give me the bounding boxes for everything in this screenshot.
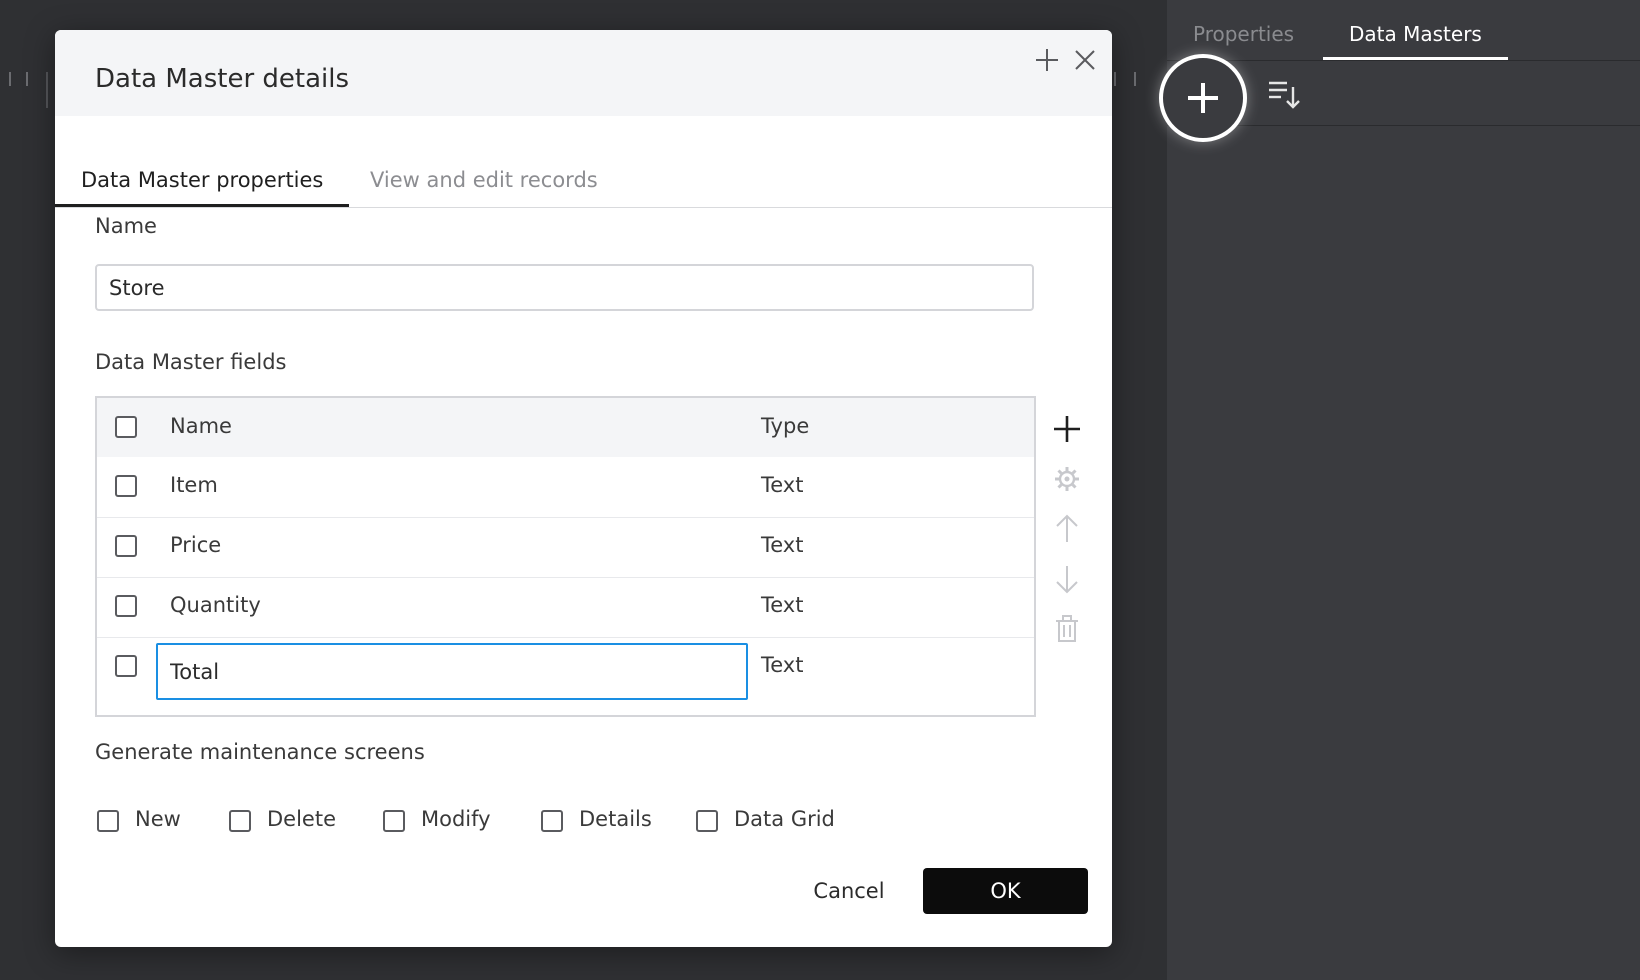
tab-data-master-properties[interactable]: Data Master properties [55,168,350,207]
add-data-master-button[interactable] [1159,54,1247,142]
select-all-checkbox[interactable] [115,416,137,438]
panel-toolbar [1159,54,1640,142]
table-row[interactable]: Item Text [97,457,1034,518]
delete-field-button[interactable] [1050,612,1084,646]
fields-table: Name Type Item Text Price Text Quantity … [95,396,1036,717]
name-label: Name [95,214,157,238]
generate-delete-checkbox[interactable] [229,810,251,832]
move-down-button[interactable] [1050,562,1084,596]
generate-modify-label: Modify [421,807,491,831]
dialog-tabs: Data Master properties View and edit rec… [55,116,1112,208]
column-header-type: Type [761,414,810,438]
sort-descending-icon [1269,81,1300,109]
field-type[interactable]: Text [761,653,803,677]
row-checkbox[interactable] [115,595,137,617]
arrow-up-icon [1056,514,1078,542]
arrow-down-icon [1056,566,1078,594]
generate-data-grid-checkbox[interactable] [696,810,718,832]
dialog-title: Data Master details [95,64,350,94]
row-checkbox[interactable] [115,655,137,677]
trash-icon [1056,615,1078,642]
field-type[interactable]: Text [761,593,803,617]
field-name[interactable]: Price [170,533,221,557]
row-checkbox[interactable] [115,475,137,497]
field-name-input[interactable] [156,643,748,700]
generate-details-label: Details [579,807,652,831]
field-name[interactable]: Quantity [170,593,261,617]
field-type[interactable]: Text [761,473,803,497]
field-name[interactable]: Item [170,473,218,497]
column-header-name: Name [170,414,232,438]
field-type[interactable]: Text [761,533,803,557]
table-row-editing[interactable]: Text [97,637,1034,700]
data-masters-panel: Properties Data Masters [1159,0,1640,980]
tab-properties[interactable]: Properties [1167,20,1320,60]
maximize-plus-icon [1036,49,1058,71]
generate-screens-options: New Delete Modify Details Data Grid [95,805,995,839]
move-up-button[interactable] [1050,512,1084,546]
maximize-button[interactable] [1033,46,1061,74]
generate-details-checkbox[interactable] [541,810,563,832]
generate-new-label: New [135,807,181,831]
data-master-details-dialog: Data Master details Data Master properti… [55,30,1112,947]
gear-icon [1055,467,1079,491]
tab-view-edit-records[interactable]: View and edit records [370,168,598,207]
sort-button[interactable] [1267,77,1301,111]
generate-delete-label: Delete [267,807,336,831]
dialog-header: Data Master details [55,30,1112,116]
panel-tabs: Properties Data Masters [1167,0,1640,61]
add-field-button[interactable] [1050,412,1084,446]
row-checkbox[interactable] [115,535,137,557]
generate-screens-label: Generate maintenance screens [95,740,425,764]
table-row[interactable]: Quantity Text [97,577,1034,638]
generate-modify-checkbox[interactable] [383,810,405,832]
name-field[interactable] [95,264,1034,311]
close-icon [1075,50,1095,70]
plus-icon [1054,416,1080,442]
generate-new-checkbox[interactable] [97,810,119,832]
field-settings-button[interactable] [1050,462,1084,496]
tab-data-masters[interactable]: Data Masters [1323,20,1508,60]
cancel-button[interactable]: Cancel [783,868,915,914]
fields-label: Data Master fields [95,350,287,374]
table-row[interactable]: Price Text [97,517,1034,578]
ok-button[interactable]: OK [923,868,1088,914]
close-button[interactable] [1071,46,1099,74]
generate-data-grid-label: Data Grid [734,807,835,831]
plus-icon [1188,83,1218,113]
table-header: Name Type [97,398,1034,457]
